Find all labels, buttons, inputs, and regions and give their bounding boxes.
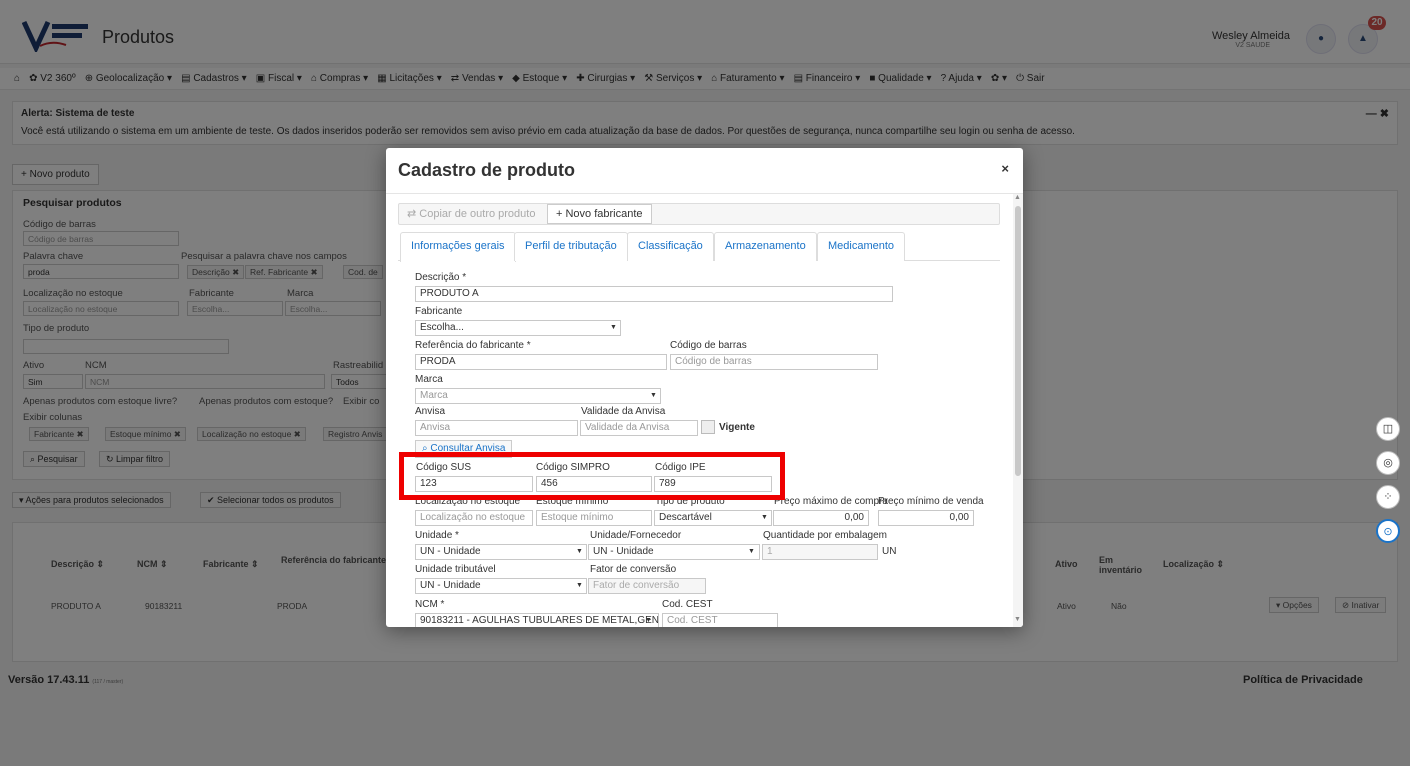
anvisa-input[interactable]: Anvisa [415, 420, 578, 436]
chevron-down-icon: ▼ [748, 548, 755, 555]
modal-header: Cadastro de produto × [386, 148, 1023, 194]
close-icon[interactable]: × [1001, 161, 1009, 176]
tab-armazenamento[interactable]: Armazenamento [714, 232, 817, 261]
cest-input[interactable]: Cod. CEST [662, 613, 778, 627]
quantidade-embalagem-label: Quantidade por embalagem [763, 530, 887, 541]
unidade-fornecedor-label: Unidade/Fornecedor [590, 530, 682, 541]
referencia-label: Referência do fabricante * [415, 340, 531, 351]
fabricante-label: Fabricante [415, 306, 463, 317]
chevron-down-icon: ▼ [645, 617, 652, 624]
estoque-minimo-label: Estoque mínimo [536, 496, 609, 507]
modal-body: ⇄ Copiar de outro produto + Novo fabrica… [386, 194, 1011, 627]
modal-toolbar: ⇄ Copiar de outro produto + Novo fabrica… [398, 203, 1000, 225]
codigo-sus-label: Código SUS [416, 462, 472, 473]
chevron-down-icon: ▼ [650, 392, 657, 399]
codigo-barras-input[interactable]: Código de barras [670, 354, 878, 370]
chat-bot-icon[interactable]: ⊙ [1376, 519, 1400, 543]
grid-icon[interactable]: ⁘ [1376, 485, 1400, 509]
copiar-produto-button[interactable]: ⇄ Copiar de outro produto [399, 204, 543, 224]
unidade-tributavel-select[interactable]: UN - Unidade [415, 578, 587, 594]
tab-informacoes-gerais[interactable]: Informações gerais [400, 232, 516, 262]
codigo-barras-label: Código de barras [670, 340, 747, 351]
unidade-fornecedor-select[interactable]: UN - Unidade [588, 544, 760, 560]
modal-title: Cadastro de produto [398, 160, 576, 180]
quantidade-embalagem-input[interactable]: 1 [762, 544, 878, 560]
tab-medicamento[interactable]: Medicamento [817, 232, 906, 261]
scroll-thumb[interactable] [1015, 206, 1021, 476]
fator-conversao-label: Fator de conversão [590, 564, 677, 575]
estoque-minimo-input[interactable]: Estoque mínimo [536, 510, 652, 526]
codigo-simpro-label: Código SIMPRO [536, 462, 610, 473]
chevron-down-icon: ▼ [576, 548, 583, 555]
tab-perfil-tributacao[interactable]: Perfil de tributação [514, 232, 628, 261]
scroll-up-icon[interactable]: ▲ [1014, 194, 1021, 201]
referencia-input[interactable]: PRODA [415, 354, 667, 370]
fator-conversao-input[interactable]: Fator de conversão [588, 578, 706, 594]
unidade-label: Unidade * [415, 530, 459, 541]
vigente-label: Vigente [719, 422, 755, 433]
unidade-select[interactable]: UN - Unidade [415, 544, 587, 560]
novo-fabricante-button[interactable]: + Novo fabricante [547, 204, 652, 224]
ncm-label: NCM * [415, 599, 445, 610]
tab-classificacao[interactable]: Classificação [627, 232, 714, 261]
scroll-down-icon[interactable]: ▼ [1014, 616, 1021, 623]
fabricante-select[interactable]: Escolha... [415, 320, 621, 336]
codigo-ipe-input[interactable]: 789 [654, 476, 772, 492]
localizacao-input[interactable]: Localização no estoque [415, 510, 533, 526]
chevron-down-icon: ▼ [576, 582, 583, 589]
preco-min-label: Preço mínimo de venda [878, 496, 984, 507]
codigo-simpro-input[interactable]: 456 [536, 476, 652, 492]
cest-label: Cod. CEST [662, 599, 713, 610]
vigente-checkbox[interactable] [701, 420, 715, 434]
descricao-input[interactable]: PRODUTO A [415, 286, 893, 302]
tipo-produto-label: Tipo de produto [655, 496, 725, 507]
marca-select[interactable]: Marca [415, 388, 661, 404]
validade-anvisa-input[interactable]: Validade da Anvisa [580, 420, 698, 436]
cadastro-produto-modal: Cadastro de produto × ⇄ Copiar de outro … [386, 148, 1023, 627]
target-icon[interactable]: ◎ [1376, 451, 1400, 475]
quantidade-unit: UN [882, 546, 897, 557]
marca-label: Marca [415, 374, 443, 385]
consultar-anvisa-button[interactable]: ⌕ Consultar Anvisa [415, 440, 513, 458]
anvisa-label: Anvisa [415, 406, 446, 417]
preco-max-label: Preço máximo de compra [774, 496, 888, 507]
preco-max-input[interactable]: 0,00 [773, 510, 869, 526]
tipo-produto-select[interactable]: Descartável [654, 510, 772, 526]
modal-scrollbar[interactable]: ▲ ▼ [1013, 194, 1023, 627]
codigo-sus-input[interactable]: 123 [415, 476, 533, 492]
preco-min-input[interactable]: 0,00 [878, 510, 974, 526]
unidade-tributavel-label: Unidade tributável [415, 564, 496, 575]
modal-tabs: Informações gerais Perfil de tributação … [398, 232, 1000, 262]
localizacao-label: Localização no estoque [415, 496, 521, 507]
codigo-ipe-label: Código IPE [655, 462, 706, 473]
book-icon[interactable]: ◫ [1376, 417, 1400, 441]
descricao-label: Descrição * [415, 272, 467, 283]
chevron-down-icon: ▼ [610, 324, 617, 331]
ncm-select[interactable]: 90183211 - AGULHAS TUBULARES DE METAL,GE… [415, 613, 659, 627]
validade-anvisa-label: Validade da Anvisa [581, 406, 666, 417]
chevron-down-icon: ▼ [761, 514, 768, 521]
